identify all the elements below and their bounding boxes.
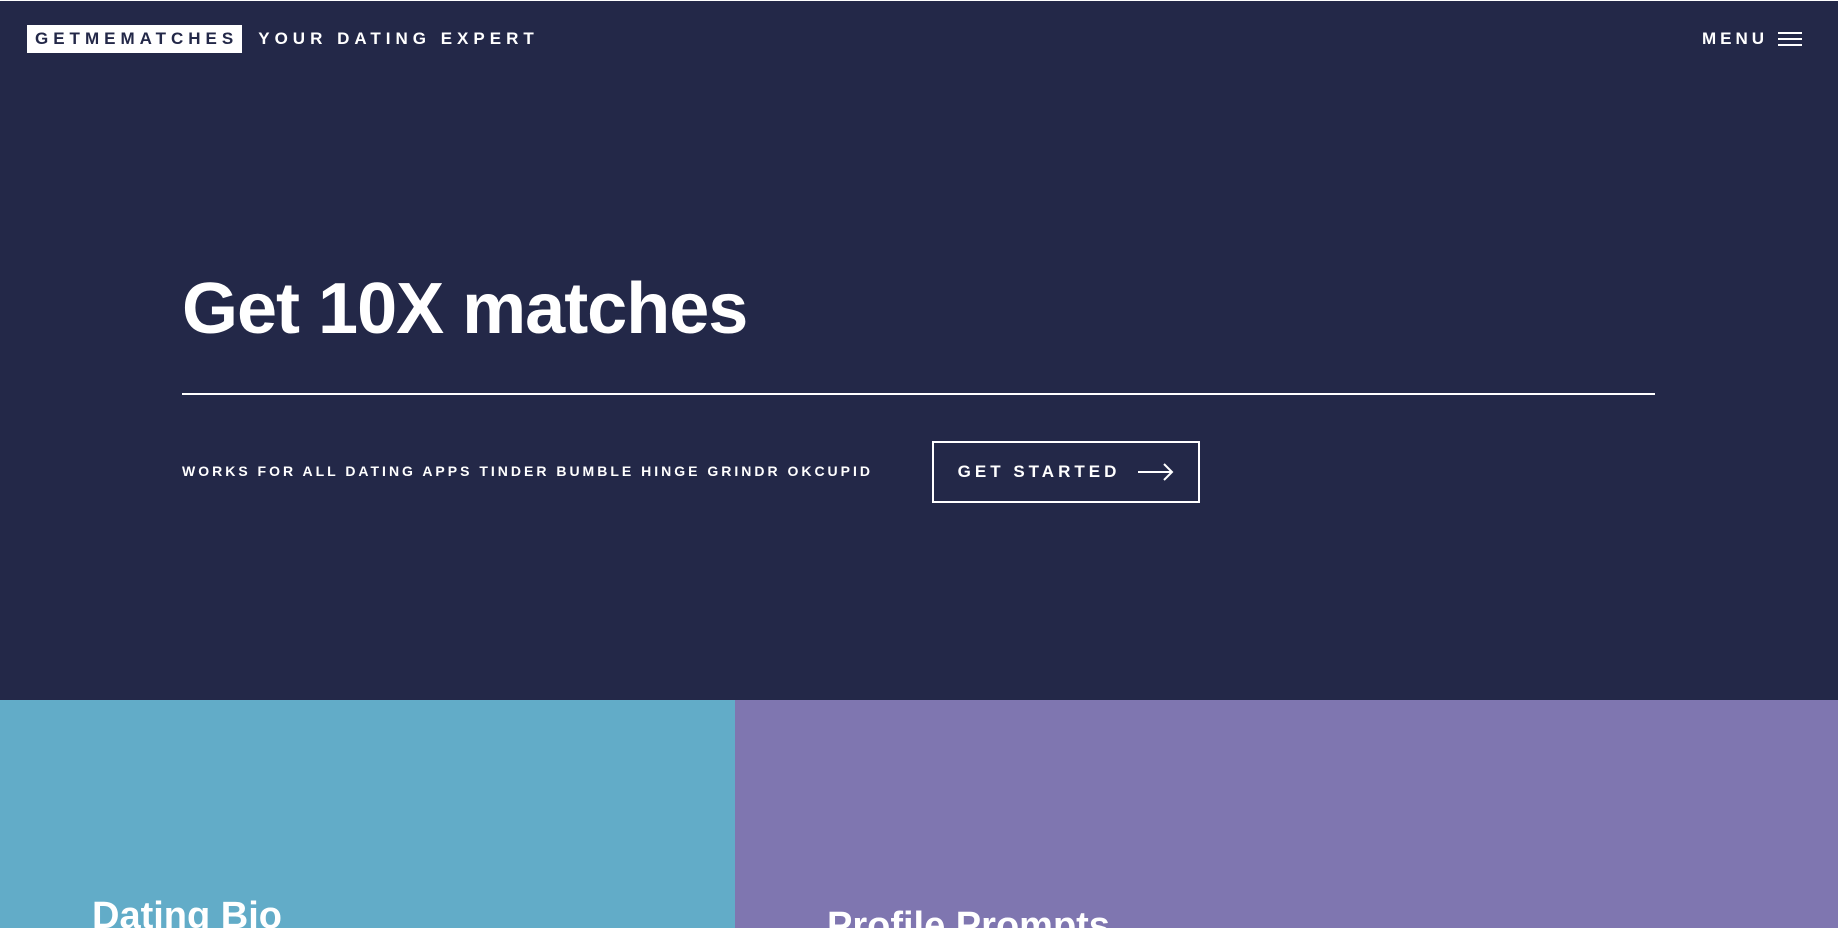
brand: GETMEMATCHES YOUR DATING EXPERT [27, 25, 539, 53]
hero-divider [182, 393, 1655, 395]
menu-button[interactable]: MENU [1702, 29, 1802, 49]
hero-section: GETMEMATCHES YOUR DATING EXPERT MENU Get… [0, 0, 1838, 700]
profile-prompts-card[interactable]: Profile Prompts [735, 700, 1838, 928]
tagline: YOUR DATING EXPERT [258, 29, 539, 48]
profile-prompts-title: Profile Prompts [827, 905, 1110, 928]
dating-bio-card[interactable]: Dating Bio [0, 700, 735, 928]
get-started-button[interactable]: GET STARTED [932, 441, 1200, 503]
dating-bio-title: Dating Bio [92, 895, 282, 928]
hamburger-icon [1778, 32, 1802, 46]
menu-label: MENU [1701, 29, 1768, 48]
arrow-right-icon [1138, 463, 1174, 481]
get-started-label: GET STARTED [957, 462, 1121, 481]
hero-headline: Get 10X matches [182, 269, 748, 349]
logo[interactable]: GETMEMATCHES [27, 25, 243, 53]
supported-apps-text: WORKS FOR ALL DATING APPS TINDER BUMBLE … [182, 463, 873, 479]
